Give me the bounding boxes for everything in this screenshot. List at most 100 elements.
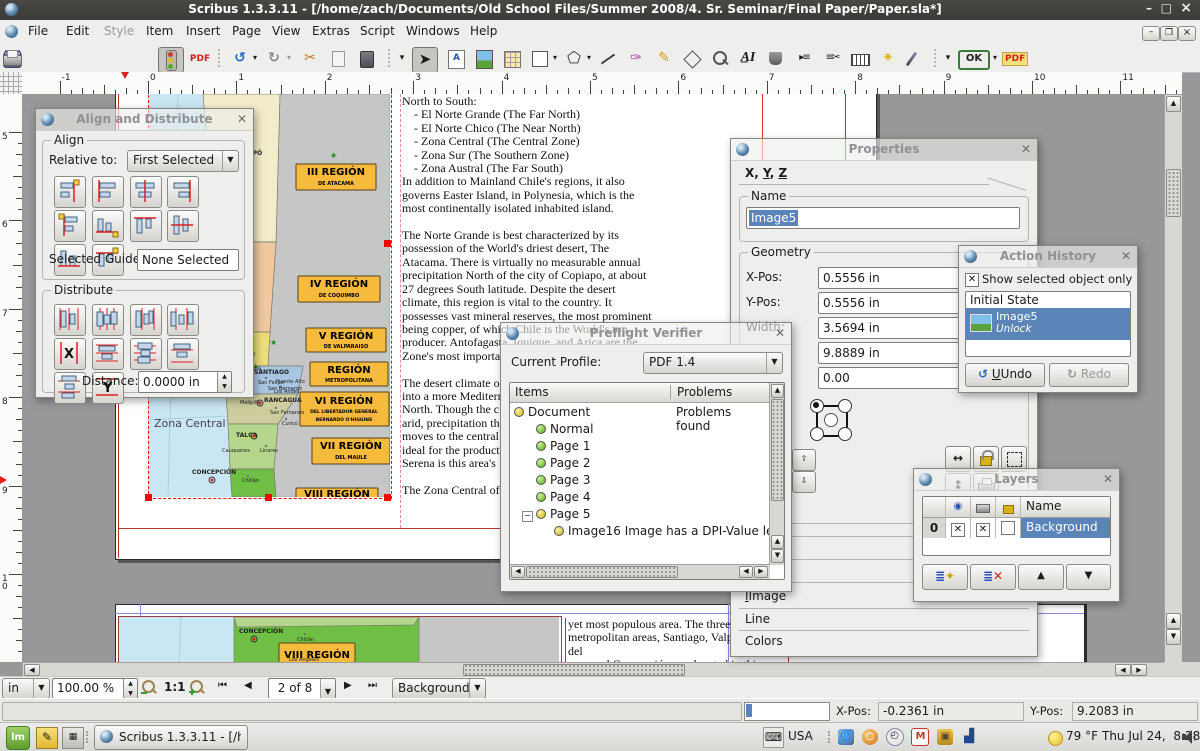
items-column-header[interactable]: Items	[515, 385, 549, 399]
redo-icon[interactable]: ↻	[262, 47, 286, 71]
redo-button[interactable]: ↻ Redo	[1049, 363, 1129, 387]
level-down-button[interactable]: ⇩	[792, 471, 816, 493]
undo-icon[interactable]: ↺	[228, 47, 252, 71]
distribute-centers-h-button[interactable]	[92, 304, 124, 336]
select-tool-icon[interactable]: ➤	[412, 47, 438, 73]
minimize-button[interactable]: –	[1146, 1, 1152, 15]
unlink-frames-icon[interactable]: ≡✂	[820, 47, 844, 71]
properties-tab-colors[interactable]: Colors	[745, 634, 783, 648]
measure-tool-icon[interactable]	[848, 47, 872, 71]
layer-print-checkbox[interactable]: ✕	[976, 523, 990, 537]
menu-page[interactable]: Page	[232, 24, 261, 38]
menu-extras[interactable]: Extras	[312, 24, 350, 38]
scroll-up-button[interactable]: ▲	[1166, 96, 1181, 112]
scroll-down-button[interactable]: ▼	[1166, 629, 1181, 645]
preflight-verifier-icon[interactable]	[158, 47, 184, 73]
action-history-titlebar[interactable]: Action History ✕	[959, 246, 1137, 268]
eyedropper-icon[interactable]	[904, 47, 928, 71]
align-right-button[interactable]	[167, 176, 199, 208]
zoom-level-field[interactable]: 100.00 %▲▼	[52, 678, 138, 699]
ruler-corner[interactable]	[0, 72, 23, 95]
tree-row[interactable]: DocumentProblems found	[514, 405, 768, 422]
properties-close-icon[interactable]: ✕	[1021, 142, 1031, 156]
distribute-gaps-h-button[interactable]	[167, 304, 199, 336]
selection-handle[interactable]	[384, 240, 391, 247]
action-history-dialog[interactable]: ✕ Show selected object only Initial Stat…	[958, 245, 1138, 393]
properties-titlebar[interactable]: Properties ✕	[731, 139, 1037, 161]
scroll-left-button[interactable]: ◀	[24, 664, 40, 676]
polygon-tool-icon[interactable]: ⬠	[562, 47, 586, 71]
level-up-button[interactable]: ⇧	[792, 449, 816, 471]
selection-handle[interactable]	[384, 494, 391, 501]
selection-handle[interactable]	[145, 494, 152, 501]
edit-text-icon[interactable]: A̲I	[736, 47, 760, 71]
name-column-header[interactable]: Name	[1021, 497, 1110, 517]
zoom-1-1-button[interactable]: 1:1	[164, 680, 186, 694]
preflight-close-icon[interactable]: ✕	[775, 326, 785, 340]
show-selected-checkbox[interactable]: ✕	[965, 273, 979, 287]
network-signal-icon[interactable]: ▟	[961, 729, 977, 745]
zoom-tool-icon[interactable]	[708, 47, 732, 71]
layers-dialog[interactable]: ◉ Name 0 ✕ ✕ Background ≣✦ ≣✕ ▲ ▼ Layers…	[913, 468, 1120, 602]
collapse-icon[interactable]: −	[522, 511, 533, 522]
rotate-tool-icon[interactable]	[680, 47, 704, 71]
image-frame-icon[interactable]	[472, 47, 496, 71]
scrollbar-thumb[interactable]	[1166, 169, 1181, 217]
preflight-dialog[interactable]: Current Profile: PDF 1.4▼ Items Problems…	[500, 322, 792, 592]
redo-dropdown-icon[interactable]: ▾	[284, 47, 294, 71]
text-editor-launcher-icon[interactable]: ✎	[36, 727, 58, 749]
scrollbar-thumb[interactable]	[463, 664, 685, 676]
basepoint-selector[interactable]	[810, 399, 850, 439]
menu-script[interactable]: Script	[360, 24, 395, 38]
distribute-centers-v-button[interactable]	[130, 338, 162, 370]
tree-vscrollbar[interactable]: ▲ ▲ ▼	[769, 383, 784, 565]
copy-properties-icon[interactable]: ⁕	[876, 47, 900, 71]
layers-titlebar[interactable]: Layers ✕	[914, 469, 1119, 491]
align-titlebar[interactable]: Align and Distribute ✕	[36, 109, 253, 131]
tree-row[interactable]: Page 2	[514, 456, 768, 473]
tree-scroll-thumb[interactable]	[771, 399, 784, 501]
layer-visible-checkbox[interactable]: ✕	[951, 523, 965, 537]
layers-close-icon[interactable]: ✕	[1103, 472, 1113, 486]
tools-overflow-icon[interactable]: ▾	[396, 47, 408, 71]
mdi-close-button[interactable]: ×	[1178, 26, 1196, 41]
vertical-scrollbar[interactable]: ▲ ▲ ▼	[1164, 94, 1182, 662]
layer-select-combo[interactable]: Background▼	[392, 678, 486, 699]
show-desktop-icon[interactable]: ▦	[62, 727, 84, 749]
paste-icon[interactable]	[354, 47, 378, 71]
history-item-selected[interactable]: Image5 Unlock	[966, 308, 1130, 340]
bezier-tool-icon[interactable]: ✑	[624, 47, 648, 71]
menu-item[interactable]: Item	[146, 24, 173, 38]
layer-row[interactable]: 0 ✕ ✕ Background	[923, 518, 1110, 538]
scroll-up-button2[interactable]: ▲	[1166, 613, 1181, 629]
print-icon[interactable]	[0, 47, 24, 71]
menu-insert[interactable]: Insert	[186, 24, 220, 38]
problems-column-header[interactable]: Problems	[670, 385, 732, 399]
distribute-top-edges-button[interactable]	[92, 338, 124, 370]
delete-layer-button[interactable]: ≣✕	[970, 564, 1016, 590]
polygon-dropdown-icon[interactable]: ▾	[584, 47, 594, 71]
lock-tray-icon[interactable]: ▣	[937, 729, 953, 745]
scroll-left-button2[interactable]: ◀	[1115, 664, 1131, 676]
pdf-ok-button[interactable]: OK	[958, 50, 990, 70]
menu-file[interactable]: File	[28, 24, 48, 38]
undo-button[interactable]: ↺ UUndo	[965, 363, 1045, 387]
window-titlebar[interactable]: Scribus 1.3.3.11 - [/home/zach/Documents…	[0, 0, 1200, 20]
gmail-tray-icon[interactable]: M	[911, 728, 929, 746]
vertical-ruler[interactable]: 567891 01 11 2	[0, 94, 23, 662]
clock-tray-icon[interactable]: ◴	[886, 728, 904, 746]
pdf-tools-overflow-icon[interactable]: ▾	[942, 47, 954, 71]
text-frame-icon[interactable]: A	[444, 47, 468, 71]
tree-row[interactable]: −Page 5	[514, 507, 768, 524]
mdi-restore-button[interactable]: ❐	[1160, 26, 1178, 41]
lower-layer-button[interactable]: ▼	[1066, 564, 1111, 590]
add-layer-button[interactable]: ≣✦	[922, 564, 968, 590]
align-bottom-to-top-button[interactable]	[92, 210, 124, 242]
last-page-button[interactable]: ⏭	[368, 680, 377, 691]
keyboard-layout-label[interactable]: USA	[788, 729, 813, 743]
align-left-to-right-button[interactable]	[54, 210, 86, 242]
page-number-combo[interactable]: 2 of 8▼	[268, 678, 336, 699]
layer-name[interactable]: Background	[1021, 518, 1110, 538]
tree-hscroll-thumb[interactable]	[526, 566, 678, 578]
tree-row[interactable]: Image16 Image has a DPI-Value les	[514, 524, 768, 541]
